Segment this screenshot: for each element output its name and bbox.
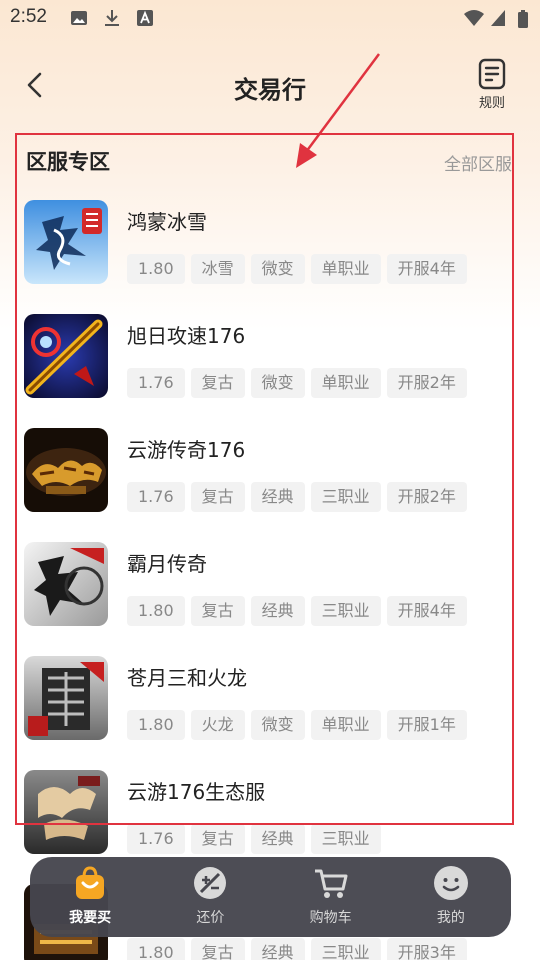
version-tag: 1.80 [127, 938, 185, 960]
game-tags: 1.80 火龙 微变 单职业 开服1年 [127, 710, 467, 740]
nav-cart[interactable]: 购物车 [271, 857, 391, 937]
nav-profile[interactable]: 我的 [391, 857, 511, 937]
game-icon [24, 200, 108, 284]
wifi-icon [464, 10, 484, 26]
game-tags: 1.80 复古 经典 三职业 开服3年 [127, 938, 467, 960]
style-tag: 火龙 [190, 710, 245, 740]
game-tags: 1.80 冰雪 微变 单职业 开服4年 [127, 254, 467, 284]
version-tag: 1.76 [127, 824, 185, 854]
status-bar: 2:52 [0, 0, 540, 36]
version-tag: 1.80 [127, 596, 185, 626]
game-tags: 1.76 复古 微变 单职业 开服2年 [127, 368, 467, 398]
style-tag: 复古 [190, 596, 245, 626]
rules-button[interactable]: 规则 [472, 58, 512, 118]
game-item[interactable]: 鸿蒙冰雪 1.80 冰雪 微变 单职业 开服4年 [24, 200, 514, 300]
game-name: 鸿蒙冰雪 [127, 210, 207, 234]
game-item[interactable]: 霸月传奇 1.80 复古 经典 三职业 开服4年 [24, 542, 514, 642]
game-name: 苍月三和火龙 [127, 666, 247, 690]
age-tag: 开服1年 [386, 710, 467, 740]
page-title: 交易行 [234, 76, 306, 104]
nav-buy[interactable]: 我要买 [30, 857, 150, 937]
cart-icon [314, 869, 348, 898]
class-tag: 三职业 [310, 482, 381, 512]
game-tags: 1.80 复古 经典 三职业 开服4年 [127, 596, 467, 626]
version-tag: 1.76 [127, 482, 185, 512]
nav-bargain-label: 还价 [196, 910, 225, 926]
style-tag: 复古 [190, 368, 245, 398]
game-name: 云游传奇176 [127, 438, 246, 462]
version-tag: 1.80 [127, 710, 185, 740]
document-icon [478, 58, 506, 90]
game-icon [24, 770, 108, 854]
shopping-bag-icon [76, 866, 105, 899]
download-icon [105, 10, 119, 26]
game-item[interactable]: 旭日攻速176 1.76 复古 微变 单职业 开服2年 [24, 314, 514, 414]
game-tags: 1.76 复古 经典 三职业 [127, 824, 381, 854]
version-tag: 1.76 [127, 368, 185, 398]
signal-icon [491, 10, 505, 26]
type-tag: 微变 [250, 368, 305, 398]
profile-icon [433, 866, 468, 900]
class-tag: 三职业 [310, 596, 381, 626]
type-tag: 经典 [250, 482, 305, 512]
section-title: 区服专区 [26, 150, 110, 174]
game-item[interactable]: 云游176生态服 1.76 复古 经典 三职业 [24, 770, 514, 870]
game-name: 旭日攻速176 [127, 324, 246, 348]
game-name: 霸月传奇 [127, 552, 207, 576]
nav-cart-label: 购物车 [309, 910, 352, 926]
all-servers-link[interactable]: 全部区服 [444, 150, 516, 175]
game-icon [24, 314, 108, 398]
type-tag: 经典 [250, 824, 305, 854]
game-item[interactable]: 苍月三和火龙 1.80 火龙 微变 单职业 开服1年 [24, 656, 514, 756]
status-time: 2:52 [10, 6, 47, 27]
type-tag: 经典 [250, 596, 305, 626]
game-icon [24, 428, 108, 512]
image-notification-icon [71, 11, 87, 25]
version-tag: 1.80 [127, 254, 185, 284]
type-tag: 微变 [250, 254, 305, 284]
nav-profile-label: 我的 [436, 910, 465, 926]
header: 交易行 规则 [0, 50, 540, 120]
game-tags: 1.76 复古 经典 三职业 开服2年 [127, 482, 467, 512]
bottom-nav: 我要买 还价 购物车 我的 [30, 857, 511, 937]
style-tag: 冰雪 [190, 254, 245, 284]
bargain-icon [194, 867, 227, 899]
style-tag: 复古 [190, 824, 245, 854]
class-tag: 三职业 [310, 824, 381, 854]
age-tag: 开服2年 [386, 482, 467, 512]
class-tag: 单职业 [310, 368, 381, 398]
age-tag: 开服3年 [386, 938, 467, 960]
class-tag: 单职业 [310, 254, 381, 284]
font-notification-icon [137, 10, 153, 26]
age-tag: 开服2年 [386, 368, 467, 398]
game-name: 云游176生态服 [127, 780, 266, 804]
nav-bargain[interactable]: 还价 [150, 857, 270, 937]
type-tag: 微变 [250, 710, 305, 740]
style-tag: 复古 [190, 938, 245, 960]
game-icon [24, 656, 108, 740]
age-tag: 开服4年 [386, 596, 467, 626]
rules-label: 规则 [478, 96, 505, 111]
class-tag: 三职业 [310, 938, 381, 960]
age-tag: 开服4年 [386, 254, 467, 284]
nav-buy-label: 我要买 [69, 910, 112, 926]
class-tag: 单职业 [310, 710, 381, 740]
type-tag: 经典 [250, 938, 305, 960]
game-item[interactable]: 云游传奇176 1.76 复古 经典 三职业 开服2年 [24, 428, 514, 528]
style-tag: 复古 [190, 482, 245, 512]
battery-icon [518, 10, 528, 28]
game-icon [24, 542, 108, 626]
